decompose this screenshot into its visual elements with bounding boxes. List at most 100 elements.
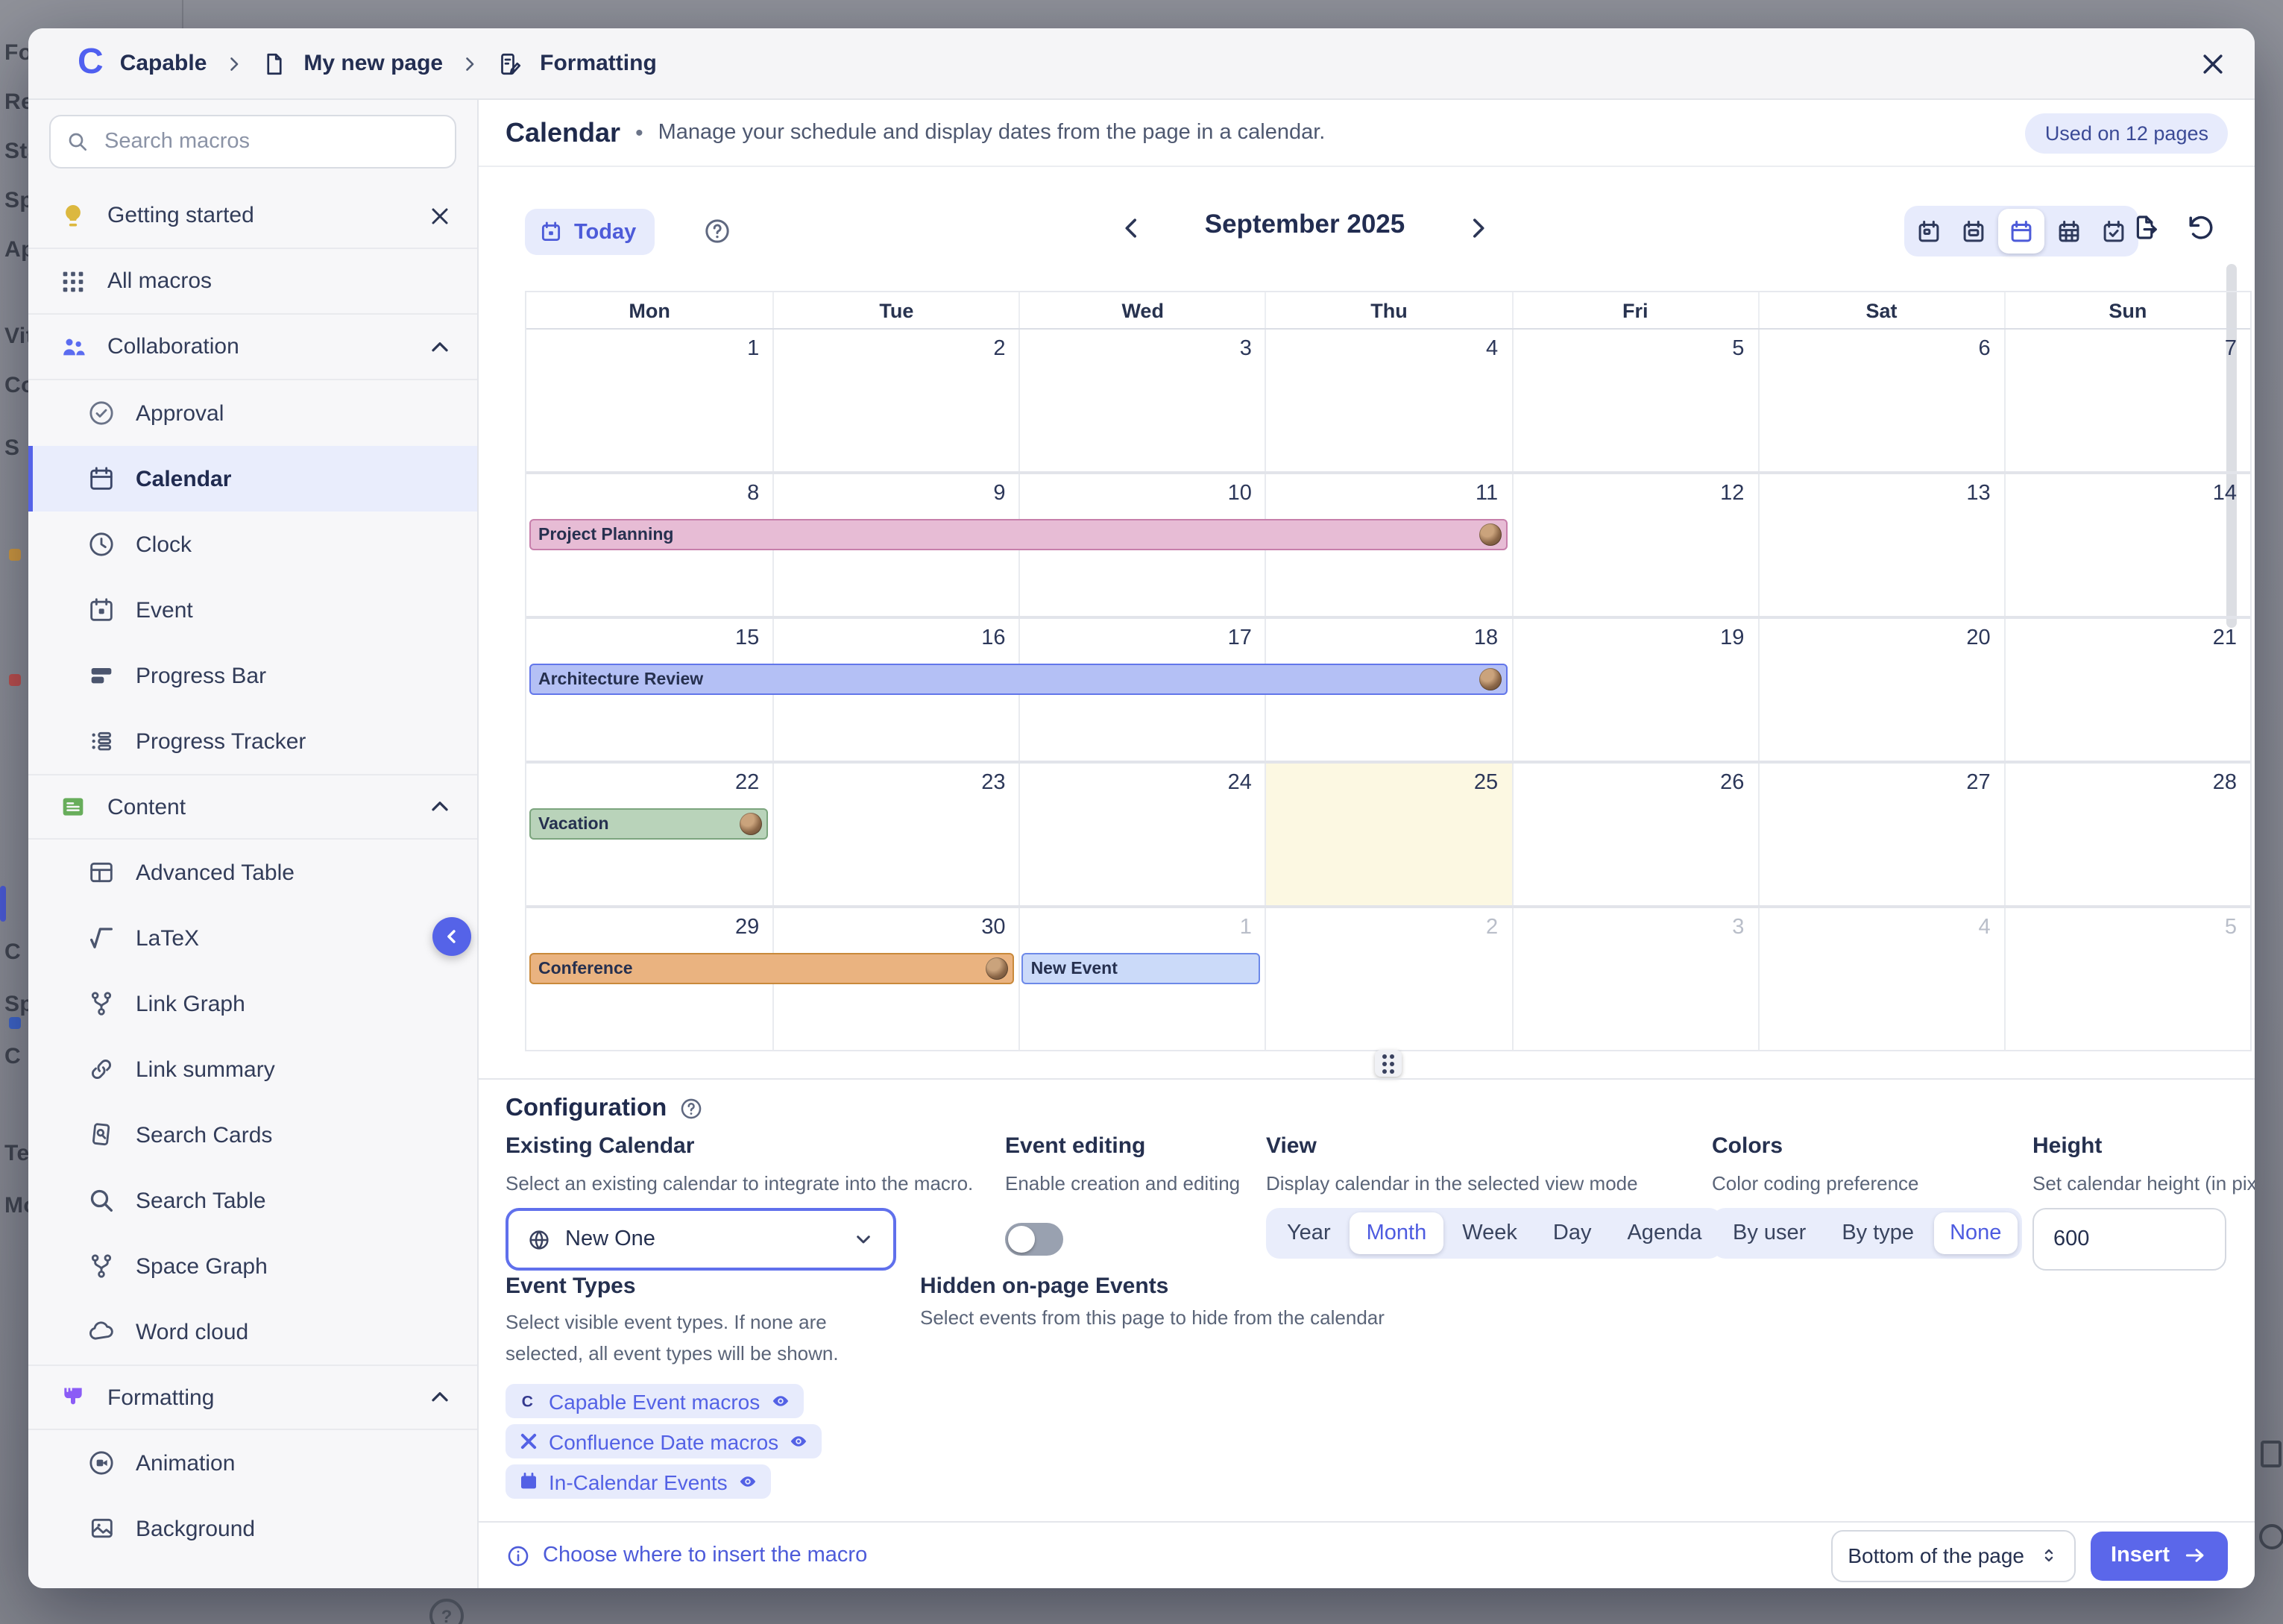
calendar-cell[interactable]: 3	[1511, 908, 1757, 1050]
sidebar-item-calendar[interactable]: Calendar	[28, 446, 477, 512]
view-option-year[interactable]: Year	[1270, 1212, 1347, 1254]
sidebar-item-search-table[interactable]: Search Table	[28, 1168, 477, 1233]
calendar-cell[interactable]: 27	[1757, 764, 2003, 905]
view-option-month[interactable]: Month	[1350, 1212, 1443, 1254]
today-button[interactable]: Today	[525, 209, 654, 255]
sidebar-item-background[interactable]: Background	[28, 1496, 477, 1561]
calendar-grid-view-icon[interactable]	[2049, 210, 2089, 252]
configuration-heading: Configuration	[506, 1095, 667, 1123]
sidebar-item-animation[interactable]: Animation	[28, 1430, 477, 1496]
calendar-year-view-icon[interactable]	[1909, 210, 1949, 252]
close-icon[interactable]	[426, 202, 453, 229]
insert-position-select[interactable]: Bottom of the page	[1831, 1529, 2075, 1581]
calendar-cell[interactable]: 4	[1757, 908, 2003, 1050]
view-option-day[interactable]: Day	[1537, 1212, 1608, 1254]
sidebar-item-content[interactable]: Content	[28, 774, 477, 840]
brush-icon	[58, 1382, 88, 1412]
breadcrumb: C Capable My new page Formatting	[78, 45, 657, 81]
height-input[interactable]: 600	[2032, 1208, 2226, 1271]
calendar-cell[interactable]: 5	[2004, 908, 2250, 1050]
eye-icon[interactable]	[769, 1390, 791, 1412]
sidebar-item-advanced-table[interactable]: Advanced Table	[28, 840, 477, 905]
calendar-cell[interactable]: 28	[2004, 764, 2250, 905]
calendar-cell[interactable]: 1	[526, 330, 772, 471]
calendar-event[interactable]: Project Planning	[529, 519, 1507, 550]
calendar-cell[interactable]: 24	[1019, 764, 1265, 905]
event-editing-toggle[interactable]	[1005, 1223, 1063, 1256]
sidebar-item-progress-tracker[interactable]: Progress Tracker	[28, 708, 477, 774]
sidebar-item-collaboration[interactable]: Collaboration	[28, 315, 477, 380]
calendar-daybox-view-icon[interactable]	[1953, 210, 1994, 252]
sidebar-item-clock[interactable]: Clock	[28, 512, 477, 577]
insert-button[interactable]: Insert	[2090, 1531, 2228, 1580]
export-icon[interactable]	[2129, 212, 2161, 243]
calendar-cell[interactable]: 7	[2004, 330, 2250, 471]
sidebar-item-search-cards[interactable]: Search Cards	[28, 1102, 477, 1168]
next-month-icon[interactable]	[1463, 213, 1493, 243]
sidebar-collapse-button[interactable]	[432, 917, 471, 956]
prev-month-icon[interactable]	[1117, 213, 1147, 243]
calendar-cell[interactable]: 26	[1511, 764, 1757, 905]
calendar-check-view-icon[interactable]	[2094, 210, 2134, 252]
view-option-week[interactable]: Week	[1446, 1212, 1534, 1254]
calendar-cell[interactable]: 4	[1265, 330, 1511, 471]
calendar-event[interactable]: Architecture Review	[529, 664, 1507, 695]
colors-option-none[interactable]: None	[1933, 1212, 2018, 1254]
calendar-cell[interactable]: 19	[1511, 619, 1757, 761]
sidebar-item-getting-started[interactable]: Getting started	[28, 183, 477, 249]
colors-label: Colors	[1712, 1133, 1783, 1159]
sidebar-item-latex[interactable]: LaTeX	[28, 905, 477, 971]
sidebar-item-space-graph[interactable]: Space Graph	[28, 1233, 477, 1299]
macro-search[interactable]	[49, 115, 456, 169]
event-type-chip[interactable]: CCapable Event macros	[506, 1384, 803, 1418]
breadcrumb-page[interactable]: My new page	[303, 51, 443, 76]
sidebar-item-progress-bar[interactable]: Progress Bar	[28, 643, 477, 708]
calendar-cell-today[interactable]: 25	[1265, 764, 1511, 905]
sidebar-item-link-graph[interactable]: Link Graph	[28, 971, 477, 1036]
breadcrumb-app[interactable]: Capable	[120, 51, 207, 76]
insert-location-hint[interactable]: Choose where to insert the macro	[506, 1543, 867, 1568]
sidebar-item-formatting[interactable]: Formatting	[28, 1365, 477, 1430]
close-icon[interactable]	[2198, 48, 2228, 78]
arrow-right-icon	[2183, 1543, 2207, 1567]
chevron-up-icon[interactable]	[426, 793, 453, 820]
colors-option-by-user[interactable]: By user	[1716, 1212, 1822, 1254]
reset-icon[interactable]	[2185, 212, 2216, 243]
sidebar-item-word-cloud[interactable]: Word cloud	[28, 1299, 477, 1365]
sidebar-item-approval[interactable]: Approval	[28, 380, 477, 446]
confluence-icon	[517, 1430, 540, 1453]
calendar-cell[interactable]: 2	[772, 330, 1018, 471]
sidebar-item-event[interactable]: Event	[28, 577, 477, 643]
event-type-chip[interactable]: Confluence Date macros	[506, 1424, 822, 1458]
calendar-cell[interactable]: 3	[1019, 330, 1265, 471]
resize-handle[interactable]	[1375, 1050, 1402, 1077]
breadcrumb-section[interactable]: Formatting	[540, 51, 657, 76]
calendar-cell[interactable]: 6	[1757, 330, 2003, 471]
calendar-event[interactable]: New Event	[1022, 953, 1261, 984]
calendar-cell[interactable]: 23	[772, 764, 1018, 905]
calendar-cell[interactable]: 5	[1511, 330, 1757, 471]
help-icon[interactable]	[678, 1096, 704, 1121]
calendar-cell[interactable]: 13	[1757, 474, 2003, 616]
eye-icon[interactable]	[787, 1430, 810, 1453]
event-type-chip[interactable]: In-Calendar Events	[506, 1464, 771, 1499]
calendar-month-view-icon[interactable]	[1998, 209, 2044, 254]
calendar-cell[interactable]: 20	[1757, 619, 2003, 761]
calendar-cell[interactable]: 2	[1265, 908, 1511, 1050]
month-label: September 2025	[1163, 209, 1446, 240]
calendar-cell[interactable]: 14	[2004, 474, 2250, 616]
sidebar-item-link-summary[interactable]: Link summary	[28, 1036, 477, 1102]
search-input[interactable]	[101, 128, 440, 155]
calendar-cell[interactable]: 21	[2004, 619, 2250, 761]
existing-calendar-select[interactable]: New One	[506, 1208, 896, 1271]
sidebar-item-all-macros[interactable]: All macros	[28, 249, 477, 315]
view-option-agenda[interactable]: Agenda	[1610, 1212, 1718, 1254]
calendar-event[interactable]: Conference	[529, 953, 1015, 984]
colors-option-by-type[interactable]: By type	[1825, 1212, 1930, 1254]
help-icon[interactable]	[702, 216, 732, 246]
calendar-event[interactable]: Vacation	[529, 808, 768, 840]
chevron-up-icon[interactable]	[426, 1384, 453, 1411]
calendar-cell[interactable]: 12	[1511, 474, 1757, 616]
eye-icon[interactable]	[737, 1470, 759, 1493]
chevron-up-icon[interactable]	[426, 333, 453, 360]
